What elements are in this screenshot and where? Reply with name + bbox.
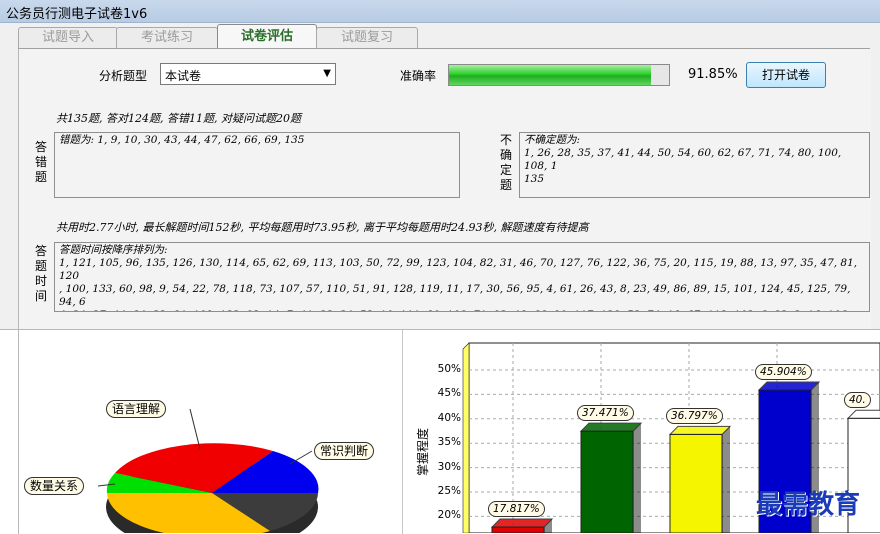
- wrong-label-char: 答: [34, 140, 47, 154]
- time-label-char: 答: [34, 244, 47, 258]
- bar-value-label: 17.817%: [488, 501, 545, 518]
- pie-leader-line: [189, 408, 201, 450]
- answer-time-box[interactable]: 答题时间按降序排列为: 1, 121, 105, 96, 135, 126, 1…: [54, 242, 870, 312]
- bar-axis-wall: [462, 342, 470, 533]
- pie-label-common-sense: 常识判断: [314, 442, 375, 460]
- watermark: 最需教育: [756, 490, 861, 520]
- uncertain-label-char: 定: [499, 163, 512, 177]
- analysis-type-select[interactable]: 本试卷 ▼: [160, 63, 336, 85]
- pie-chart: [97, 408, 319, 533]
- bar-y-tick-label: 40%: [437, 411, 461, 424]
- tab-practice[interactable]: 考试练习: [116, 27, 218, 48]
- uncertain-label-char: 不: [499, 133, 512, 147]
- bar: [580, 430, 634, 533]
- accuracy-value: 91.85%: [688, 67, 738, 82]
- answer-time-label: 答 题 时 间: [34, 244, 48, 304]
- wrong-label-char: 题: [34, 170, 47, 184]
- bar-top: [668, 425, 732, 435]
- time-label-char: 题: [34, 259, 47, 273]
- bar-value-label: 40.: [844, 392, 871, 409]
- accuracy-label: 准确率: [400, 69, 437, 83]
- time-label-char: 间: [34, 289, 47, 303]
- pie-label-language: 语言理解: [106, 400, 167, 418]
- open-paper-button[interactable]: 打开试卷: [746, 62, 826, 88]
- tab-review[interactable]: 试题复习: [316, 27, 418, 48]
- bar-top: [490, 518, 554, 528]
- wrong-label-char: 错: [34, 155, 47, 169]
- bar: [491, 526, 545, 533]
- bar-value-label: 37.471%: [577, 405, 634, 422]
- time-label-char: 时: [34, 274, 47, 288]
- bar-y-tick-label: 25%: [437, 485, 461, 497]
- title-bar: 公务员行测电子试卷1v6: [0, 0, 880, 23]
- uncertain-label-char: 题: [499, 178, 512, 192]
- wrong-questions-box[interactable]: 错题为: 1, 9, 10, 30, 43, 44, 47, 62, 66, 6…: [54, 132, 460, 198]
- bar-y-tick-label: 20%: [437, 509, 461, 522]
- window-title: 公务员行测电子试卷1v6: [6, 7, 148, 22]
- bar-side: [633, 423, 641, 533]
- result-summary: 共135题, 答对124题, 答错11题, 对疑问试题20题: [56, 112, 301, 125]
- bar-y-tick-label: 50%: [437, 363, 461, 375]
- bar-y-axis-label: 掌握程度: [416, 427, 430, 476]
- bar-y-tick-label: 45%: [437, 387, 461, 400]
- analysis-type-label: 分析题型: [99, 69, 148, 83]
- wrong-questions-label: 答 错 题: [34, 140, 48, 185]
- bar: [669, 433, 723, 533]
- bar-value-label: 36.797%: [666, 408, 723, 425]
- analysis-type-value: 本试卷: [165, 69, 202, 83]
- accuracy-progress-bar: [448, 64, 670, 86]
- pie-label-quantity: 数量关系: [24, 477, 85, 495]
- bar-value-label: 45.904%: [755, 363, 812, 380]
- uncertain-label-char: 确: [499, 148, 512, 162]
- bar-top: [757, 381, 821, 391]
- tab-import[interactable]: 试题导入: [18, 27, 118, 48]
- accuracy-progress-fill: [449, 65, 652, 85]
- uncertain-questions-box[interactable]: 不确定题为: 1, 26, 28, 35, 37, 41, 44, 50, 54…: [519, 132, 870, 198]
- chevron-down-icon: ▼: [323, 68, 331, 79]
- bar-top: [579, 422, 643, 432]
- uncertain-questions-label: 不 确 定 题: [499, 133, 513, 193]
- time-summary: 共用时2.77小时, 最长解题时间152秒, 平均每题用时73.95秒, 离于平…: [56, 221, 589, 234]
- tab-bar: 试题导入 考试练习 试卷评估 试题复习: [0, 22, 880, 49]
- pie-leader-line: [289, 450, 313, 465]
- tab-evaluation[interactable]: 试卷评估: [217, 24, 317, 49]
- bar-side: [722, 426, 730, 533]
